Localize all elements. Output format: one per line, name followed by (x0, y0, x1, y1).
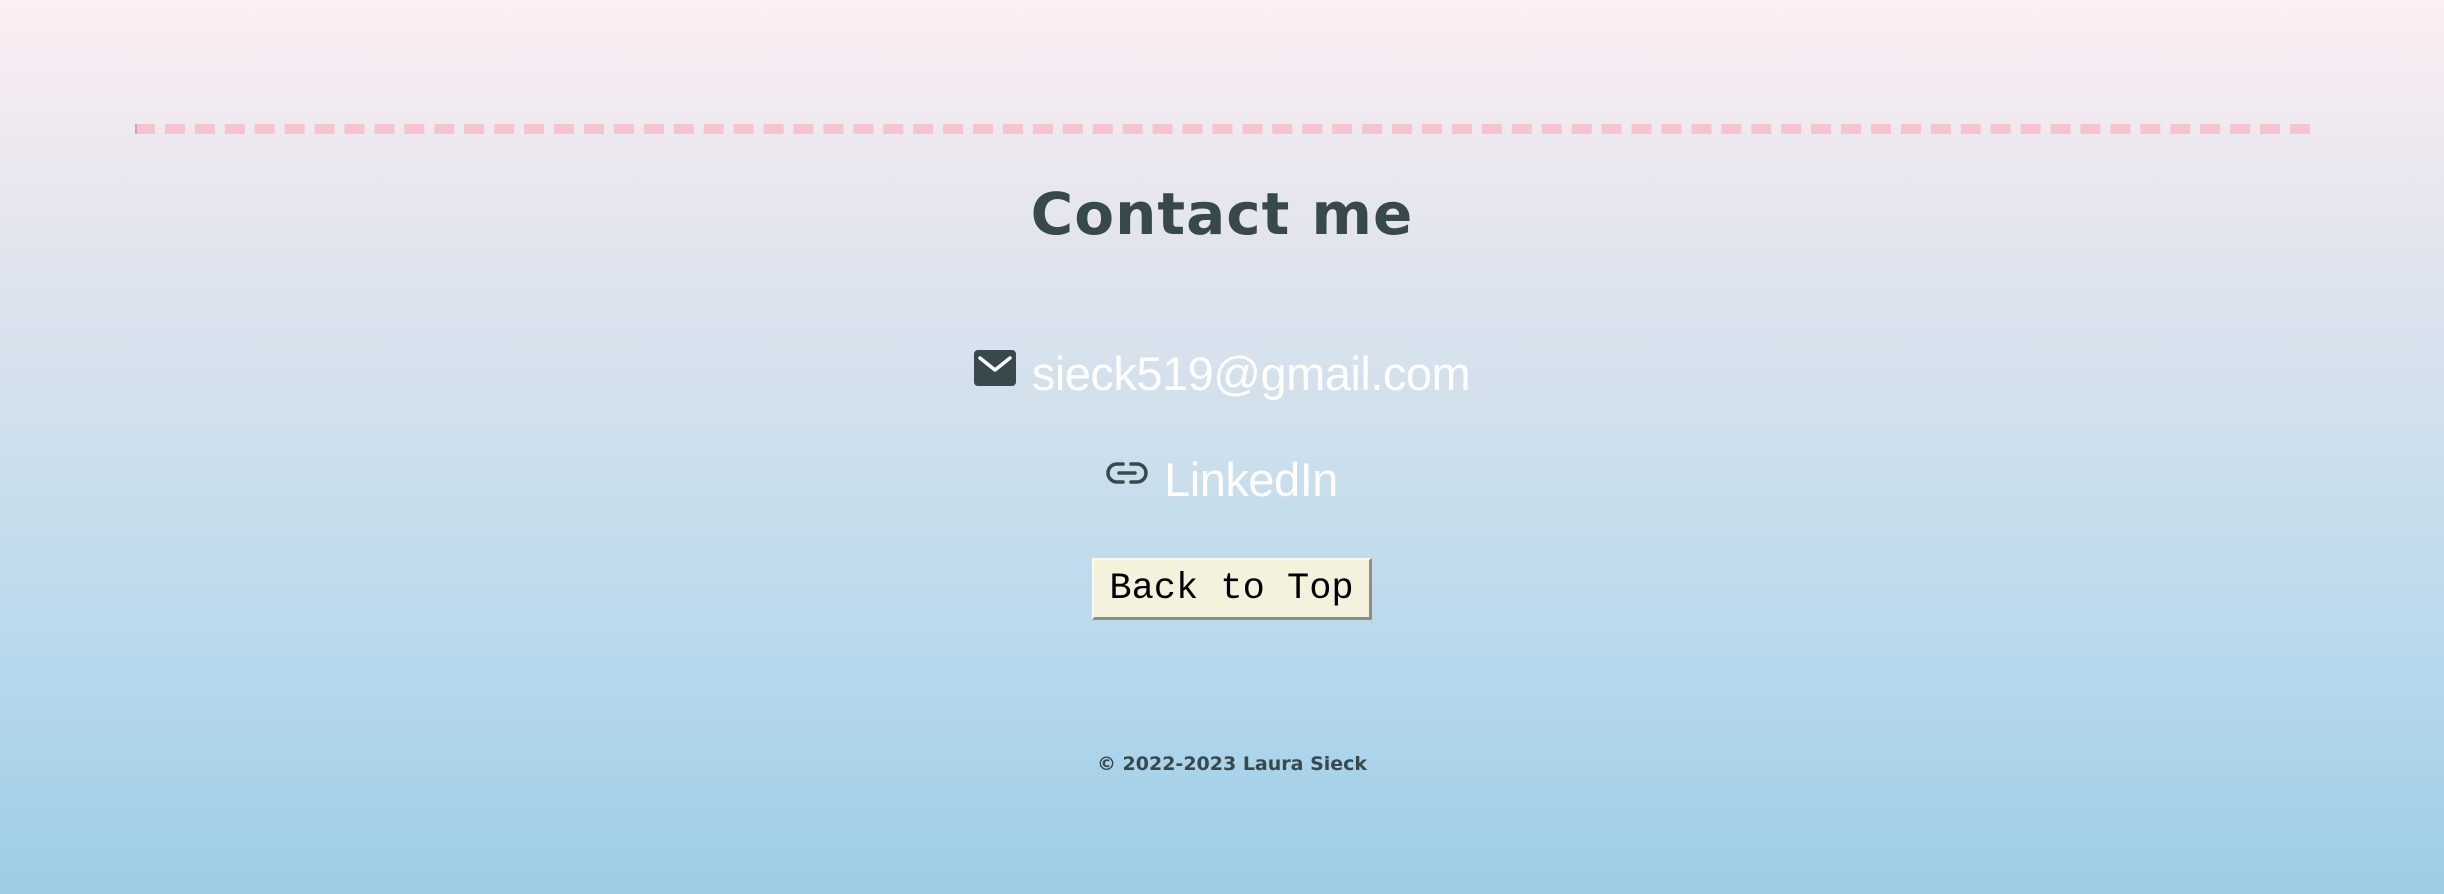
back-to-top-button[interactable]: Back to Top (1092, 558, 1372, 620)
email-link[interactable]: sieck519@gmail.com (973, 346, 1471, 401)
linkedin-link[interactable]: LinkedIn (1106, 452, 1338, 507)
linkedin-label: LinkedIn (1164, 453, 1338, 506)
email-row: sieck519@gmail.com (0, 346, 2444, 401)
page-footer: © 2022-2023 Laura Sieck (0, 753, 2444, 775)
contact-heading: Contact me (1030, 180, 1414, 248)
back-to-top-wrapper: Back to Top (0, 558, 2444, 620)
link-icon (1106, 460, 1148, 486)
mail-icon (973, 349, 1016, 386)
email-address: sieck519@gmail.com (1031, 347, 1471, 400)
copyright-text: © 2022-2023 Laura Sieck (1096, 753, 1368, 775)
linkedin-row: LinkedIn (0, 452, 2444, 507)
